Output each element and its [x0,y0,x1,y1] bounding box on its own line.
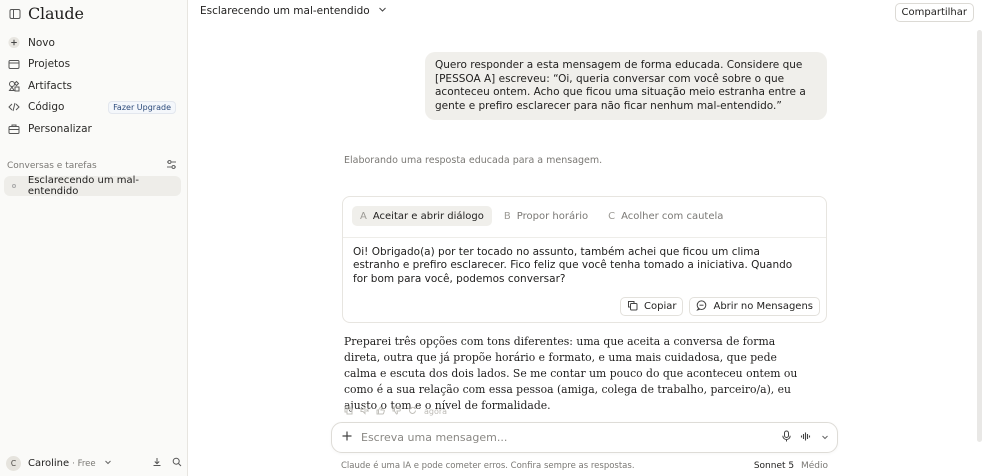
sidebar-item-label: Código [28,101,65,114]
sidebar: Claude Novo Projetos Artifacts Código Fa… [0,0,188,476]
sidebar-item-label: Artifacts [28,79,73,92]
conversation-title: Esclarecendo um mal-entendido [27,175,140,197]
tab-option-b[interactable]: B Propor horário [496,206,596,226]
copy-button[interactable]: Copiar [620,297,684,316]
user-message: Quero responder a esta mensagem de forma… [425,52,827,120]
conversations-section-header: Conversas e tarefas [7,159,177,173]
assistant-message: Preparei três opções com tons diferentes… [344,335,798,412]
user-plan: · Free [72,458,96,469]
section-title: Conversas e tarefas [7,161,97,171]
message-actions: agora [344,406,447,417]
model-mode: Médio [800,461,828,471]
briefcase-icon [8,123,20,135]
upgrade-badge[interactable]: Fazer Upgrade [108,100,176,114]
share-button[interactable]: Compartilhar [894,3,974,22]
voice-mode-icon[interactable] [800,431,813,445]
avatar: C [6,456,21,471]
plus-icon [8,37,20,49]
tab-letter: A [360,210,367,222]
tab-letter: C [608,210,616,222]
code-icon [8,101,20,113]
user-menu[interactable]: C Caroline · Free [6,456,182,471]
artifacts-icon [8,80,20,92]
chevron-down-icon[interactable] [821,431,829,444]
sidebar-header: Claude [8,4,84,23]
sidebar-item-label: Personalizar [28,122,92,135]
microphone-icon[interactable] [781,430,792,445]
thumbs-up-icon[interactable] [376,406,385,417]
tab-letter: B [503,210,511,222]
open-label: Abrir no Mensagens [713,301,813,312]
conversation-item[interactable]: Esclarecendo um mal-entendido [4,175,181,197]
user-name: Caroline [28,458,70,469]
filter-icon[interactable] [166,159,177,173]
timestamp: agora [424,407,448,416]
thinking-summary[interactable]: Elaborando uma resposta educada para a m… [344,155,602,166]
tab-option-c[interactable]: C Acolher com cautela [600,206,731,226]
sidebar-item-label: Projetos [28,58,71,71]
thumbs-down-icon[interactable] [392,406,401,417]
sidebar-item-personalizar[interactable]: Personalizar [0,118,188,140]
option-tabs: A Aceitar e abrir diálogo B Propor horár… [352,206,731,226]
message-input[interactable]: Escreva uma mensagem... [361,431,781,444]
speaker-icon[interactable] [360,406,369,417]
tab-label: Propor horário [516,210,589,222]
plus-icon[interactable] [341,430,353,445]
message-bubble-icon [696,299,707,314]
copy-icon[interactable] [344,406,353,417]
model-selector[interactable]: Sonnet 5 Médio [754,461,828,471]
conversation-title-dropdown[interactable]: Esclarecendo um mal-entendido [200,5,387,17]
sidebar-item-codigo[interactable]: Código Fazer Upgrade [0,97,188,119]
copy-label: Copiar [644,301,677,312]
tab-label: Acolher com cautela [621,210,724,222]
sidebar-item-projetos[interactable]: Projetos [0,54,188,76]
divider [343,237,826,238]
sidebar-nav: Novo Projetos Artifacts Código Fazer Upg… [0,32,188,140]
model-name: Sonnet 5 [753,461,795,471]
composer-footer: Claude é uma IA e pode cometer erros. Co… [341,461,828,471]
scrollbar[interactable] [977,30,982,442]
sidebar-item-label: Novo [28,36,55,49]
retry-icon[interactable] [408,406,417,417]
tab-label: Aceitar e abrir diálogo [372,210,484,222]
option-message-text: Oi! Obrigado(a) por ter tocado no assunt… [353,246,793,285]
card-actions: Copiar Abrir no Mensagens [620,297,820,316]
message-options-card: A Aceitar e abrir diálogo B Propor horár… [342,196,827,323]
search-icon[interactable] [172,457,182,470]
sidebar-toggle-icon[interactable] [8,7,22,21]
copy-icon [627,300,638,314]
open-in-messages-button[interactable]: Abrir no Mensagens [689,297,820,316]
folder-icon [8,58,20,70]
disclaimer: Claude é uma IA e pode cometer erros. Co… [341,461,635,471]
sidebar-item-artifacts[interactable]: Artifacts [0,75,188,97]
tab-option-a[interactable]: A Aceitar e abrir diálogo [352,206,492,226]
chevron-down-icon [378,5,387,17]
chevron-down-icon [104,458,112,469]
page-title: Esclarecendo um mal-entendido [200,5,370,17]
message-composer: Escreva uma mensagem... [331,422,838,453]
app-logo[interactable]: Claude [28,4,84,23]
loading-dot-icon [12,184,16,188]
download-icon[interactable] [152,457,162,470]
sidebar-item-novo[interactable]: Novo [0,32,188,54]
